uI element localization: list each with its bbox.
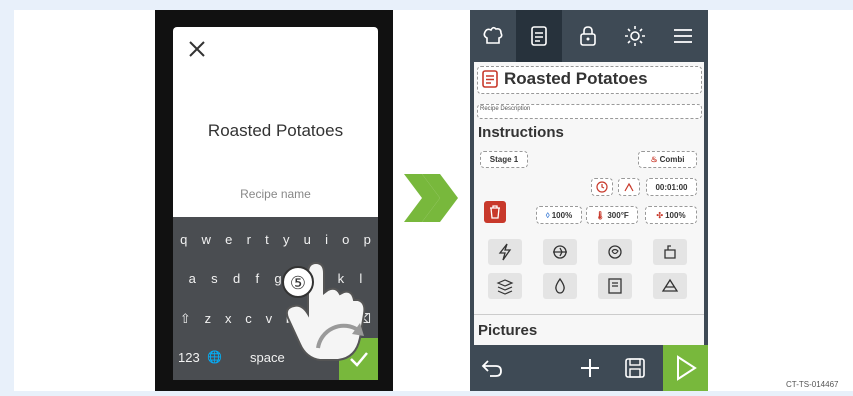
keyboard-key[interactable]: a: [189, 271, 196, 286]
keyboard-key[interactable]: c: [245, 311, 252, 327]
delete-stage-button[interactable]: [484, 201, 506, 223]
droplet-icon: ◊: [545, 210, 550, 220]
pictures-heading: Pictures: [478, 322, 538, 339]
recipe-icon: [482, 70, 498, 88]
temperature-field[interactable]: 🌡 300°F: [586, 206, 638, 224]
thermometer-icon: 🌡: [595, 210, 606, 220]
save-icon[interactable]: [624, 357, 646, 379]
keyboard-key[interactable]: f: [255, 271, 259, 286]
clock-icon: [596, 181, 608, 193]
drip-button[interactable]: [543, 273, 577, 299]
menu-button[interactable]: [660, 10, 706, 62]
keyboard-key[interactable]: y: [283, 232, 290, 247]
pointing-hand-icon: ⑤: [282, 261, 366, 361]
double-chevron-right-icon: [404, 174, 458, 222]
probe-icon: [624, 182, 634, 192]
stage-chip[interactable]: Stage 1: [480, 151, 528, 168]
layers-icon: [496, 279, 514, 295]
recipe-name-input[interactable]: Roasted Potatoes: [173, 121, 378, 141]
menu-icon: [674, 29, 692, 43]
recipe-title: Roasted Potatoes: [504, 69, 648, 88]
tab-recipe-editor[interactable]: [516, 10, 562, 62]
rotisserie-icon: [553, 245, 567, 259]
recipe-icon: [531, 26, 547, 46]
brightness-icon: [625, 26, 645, 46]
keyboard-key[interactable]: w: [202, 232, 211, 247]
numbers-key[interactable]: 123: [178, 350, 200, 365]
keyboard-key[interactable]: z: [205, 311, 212, 327]
keyboard-key[interactable]: i: [325, 232, 328, 247]
humidity-field[interactable]: ◊ 100%: [536, 206, 582, 224]
trash-icon: [490, 205, 500, 219]
vent-button[interactable]: [653, 273, 687, 299]
vent-icon: [661, 278, 679, 292]
lock-icon: [580, 26, 596, 46]
time-field[interactable]: 00:01:00: [646, 178, 697, 196]
fan-icon: ✣: [656, 210, 664, 220]
combi-icon: ♨: [650, 155, 658, 164]
probe-button[interactable]: [618, 178, 640, 196]
instructions-heading: Instructions: [478, 124, 564, 141]
tab-lock[interactable]: [565, 10, 611, 62]
mode-chip[interactable]: ♨ Combi: [638, 151, 697, 168]
mode-label: Combi: [659, 155, 685, 164]
fan-value: 100%: [665, 210, 686, 220]
humidity-value: 100%: [551, 210, 573, 220]
browning-button[interactable]: [598, 239, 632, 265]
basket-icon: [664, 245, 676, 259]
temperature-value: 300°F: [607, 210, 629, 220]
keyboard-key[interactable]: u: [304, 232, 311, 247]
keyboard-key[interactable]: o: [342, 232, 349, 247]
time-value: 00:01:00: [655, 182, 688, 192]
keyboard-key[interactable]: d: [233, 271, 240, 286]
keyboard-key[interactable]: p: [364, 232, 371, 247]
drop-icon: [555, 277, 565, 294]
notes-button[interactable]: [598, 273, 632, 299]
keyboard-key[interactable]: r: [247, 232, 251, 247]
stage-label: Stage 1: [489, 155, 519, 164]
layers-button[interactable]: [488, 273, 522, 299]
note-icon: [608, 278, 622, 294]
steam-boost-button[interactable]: [488, 239, 522, 265]
lightning-icon: [498, 243, 512, 261]
keyboard-key[interactable]: t: [265, 232, 269, 247]
timer-button[interactable]: [591, 178, 613, 196]
divider: [474, 314, 704, 315]
globe-icon[interactable]: 🌐: [207, 350, 222, 364]
tab-brightness[interactable]: [612, 10, 658, 62]
keyboard-key[interactable]: ⇧: [180, 311, 191, 327]
play-icon: [677, 355, 697, 381]
rotisserie-button[interactable]: [543, 239, 577, 265]
close-icon[interactable]: [186, 38, 208, 60]
step-number: ⑤: [290, 273, 306, 293]
keyboard-key[interactable]: s: [211, 271, 218, 286]
chef-hat-icon: [483, 26, 503, 44]
back-icon[interactable]: [480, 357, 504, 379]
keyboard-row-1: qwertyuiop: [173, 232, 378, 247]
keyboard-key[interactable]: x: [225, 311, 232, 327]
figure-credit: CT-TS-014467: [786, 380, 839, 389]
recipe-description-placeholder: Recipe Description: [480, 106, 531, 112]
start-button[interactable]: [663, 345, 708, 391]
browning-icon: [608, 245, 622, 259]
keyboard-key[interactable]: q: [180, 232, 187, 247]
keyboard-key[interactable]: e: [225, 232, 232, 247]
add-icon[interactable]: [578, 356, 602, 380]
fan-speed-field[interactable]: ✣ 100%: [645, 206, 697, 224]
tab-recipes[interactable]: [470, 10, 516, 62]
fryer-button[interactable]: [653, 239, 687, 265]
recipe-name-hint: Recipe name: [240, 187, 311, 201]
